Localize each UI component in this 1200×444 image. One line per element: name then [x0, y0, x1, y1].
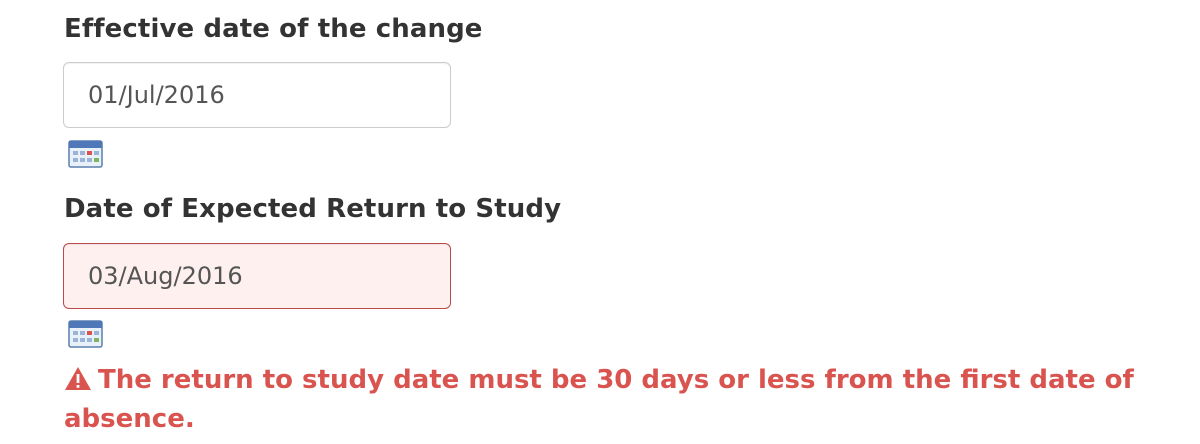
change-form: Effective date of the change Date of Exp… — [0, 0, 1200, 444]
validation-error-message: The return to study date must be 30 days… — [64, 362, 1144, 437]
return-date-input[interactable] — [63, 243, 451, 309]
effective-date-label: Effective date of the change — [64, 14, 483, 44]
validation-error-text: The return to study date must be 30 days… — [64, 365, 1134, 434]
calendar-icon[interactable] — [68, 319, 104, 349]
return-date-label: Date of Expected Return to Study — [64, 194, 562, 224]
effective-date-input[interactable] — [63, 62, 451, 128]
warning-icon — [64, 365, 92, 401]
calendar-icon[interactable] — [68, 139, 104, 169]
